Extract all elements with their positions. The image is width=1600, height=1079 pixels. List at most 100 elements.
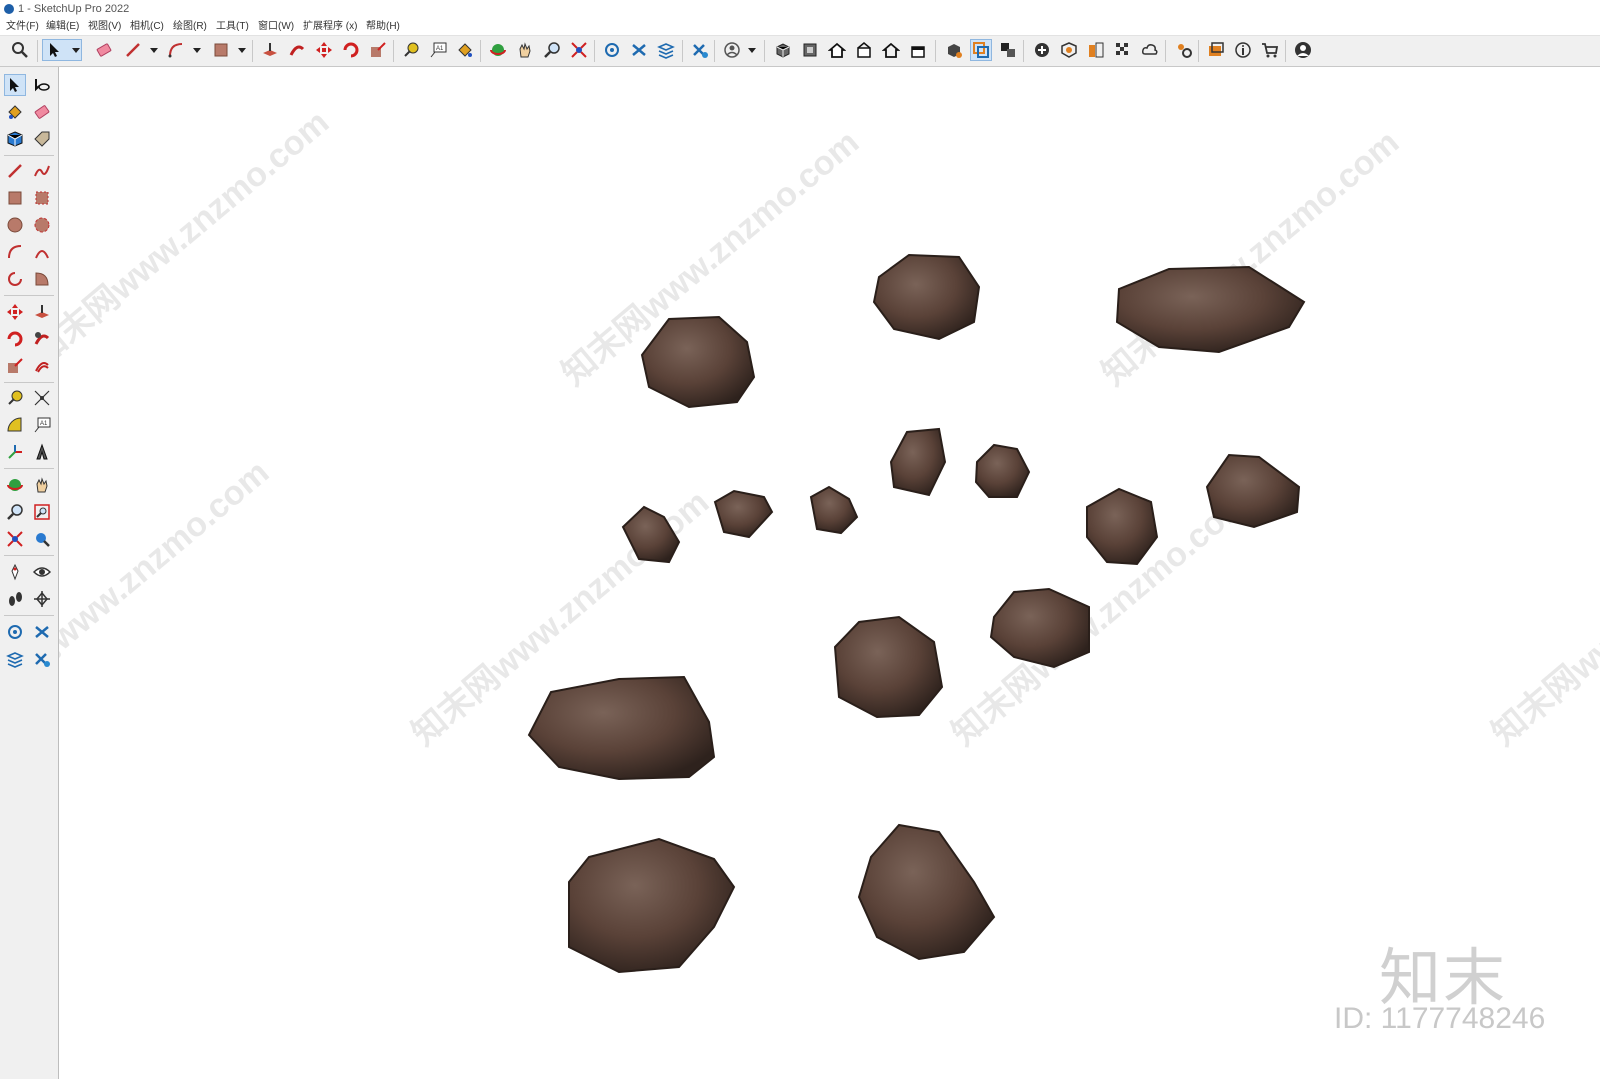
two-point-arc-icon[interactable] [31,241,53,263]
component-icon[interactable] [4,128,26,150]
presentation-icon[interactable] [1205,39,1227,61]
tag-icon[interactable] [31,128,53,150]
rotated-rectangle-icon[interactable] [31,187,53,209]
rock-model[interactable] [974,443,1031,498]
menu-tools[interactable]: 工具(T) [216,18,249,35]
polygon-icon[interactable] [31,214,53,236]
offset-icon[interactable] [31,355,53,377]
pan-icon[interactable] [514,39,536,61]
rock-model[interactable] [872,253,981,341]
line-icon[interactable] [4,160,26,182]
walk-icon[interactable] [4,588,26,610]
sandbox-drape-icon[interactable] [31,648,53,670]
orbit-tool-icon[interactable] [4,474,26,496]
left-view-icon[interactable] [907,39,929,61]
orbit-icon[interactable] [31,74,53,96]
position-camera-icon[interactable] [4,561,26,583]
section-plane-icon[interactable] [943,39,965,61]
chevron-down-icon[interactable] [748,48,756,53]
push-pull-icon[interactable] [259,39,281,61]
chevron-down-icon[interactable] [72,48,80,53]
menu-window[interactable]: 窗口(W) [258,18,294,35]
rock-model[interactable] [857,823,996,961]
protractor-icon[interactable] [4,414,26,436]
shadows-icon[interactable] [1112,39,1134,61]
zoom-window-icon[interactable] [31,501,53,523]
rock-model[interactable] [640,315,756,409]
cart-icon[interactable] [1259,39,1281,61]
rock-model[interactable] [989,587,1090,669]
menu-edit[interactable]: 编辑(E) [46,18,79,35]
menu-file[interactable]: 文件(F) [6,18,39,35]
pan-icon[interactable] [31,474,53,496]
top-view-icon[interactable] [799,39,821,61]
push-pull-icon[interactable] [31,301,53,323]
text-icon[interactable]: A1 [31,414,53,436]
orbit-icon[interactable] [487,39,509,61]
chevron-down-icon[interactable] [150,48,158,53]
paint-bucket-icon[interactable] [4,101,26,123]
rotate-icon[interactable] [4,328,26,350]
3d-text-icon[interactable] [31,441,53,463]
eraser-icon[interactable] [93,39,115,61]
account-icon[interactable] [721,39,743,61]
text-icon[interactable]: A1 [427,39,449,61]
back-view-icon[interactable] [880,39,902,61]
dimension-icon[interactable] [31,387,53,409]
layers-icon[interactable] [601,39,623,61]
components-icon[interactable] [628,39,650,61]
eraser-icon[interactable] [31,101,53,123]
model-viewport[interactable]: 知末网www.znzmo.com 知末网www.znzmo.com 知末网www… [59,67,1600,1079]
profile-icon[interactable] [1292,39,1314,61]
rock-model[interactable] [1086,487,1159,566]
paint-bucket-icon[interactable] [454,39,476,61]
axes-icon[interactable] [4,441,26,463]
previous-view-icon[interactable] [31,528,53,550]
chevron-down-icon[interactable] [238,48,246,53]
rock-model[interactable] [809,485,859,535]
tape-measure-icon[interactable] [4,387,26,409]
tape-measure-icon[interactable] [400,39,422,61]
zoom-icon[interactable] [541,39,563,61]
materials-icon[interactable] [1085,39,1107,61]
rock-model[interactable] [527,675,716,781]
freehand-icon[interactable] [31,160,53,182]
arc-icon[interactable] [4,241,26,263]
info-icon[interactable] [1232,39,1254,61]
menu-extensions[interactable]: 扩展程序 (x) [303,18,357,35]
follow-me-icon[interactable] [286,39,308,61]
menu-help[interactable]: 帮助(H) [366,18,400,35]
scale-icon[interactable] [367,39,389,61]
section-plane-icon[interactable] [31,588,53,610]
zoom-extents-icon[interactable] [4,528,26,550]
circle-icon[interactable] [4,214,26,236]
rock-model[interactable] [1205,453,1301,529]
add-icon[interactable] [1031,39,1053,61]
display-section-icon[interactable] [970,39,992,61]
menu-draw[interactable]: 绘图(R) [173,18,207,35]
rotate-icon[interactable] [340,39,362,61]
arc-icon[interactable] [165,39,187,61]
look-around-icon[interactable] [31,561,53,583]
rock-model[interactable] [568,837,736,974]
3d-warehouse-icon[interactable] [655,39,677,61]
search-icon[interactable] [9,39,31,61]
front-view-icon[interactable] [826,39,848,61]
rock-model[interactable] [889,427,947,497]
rock-model[interactable] [1115,265,1306,354]
sandbox-icon[interactable] [689,39,711,61]
sandbox-from-contours-icon[interactable] [4,621,26,643]
move-icon[interactable] [313,39,335,61]
scale-icon[interactable] [4,355,26,377]
right-view-icon[interactable] [853,39,875,61]
rock-models-scene[interactable] [59,67,1600,1079]
three-point-arc-icon[interactable] [31,268,53,290]
select-icon[interactable] [4,74,26,96]
cloud-icon[interactable] [1139,39,1161,61]
rock-model[interactable] [713,489,774,539]
zoom-extents-icon[interactable] [568,39,590,61]
rectangle-icon[interactable] [210,39,232,61]
rectangle-icon[interactable] [4,187,26,209]
follow-me-icon[interactable] [31,328,53,350]
rock-model[interactable] [833,615,944,719]
